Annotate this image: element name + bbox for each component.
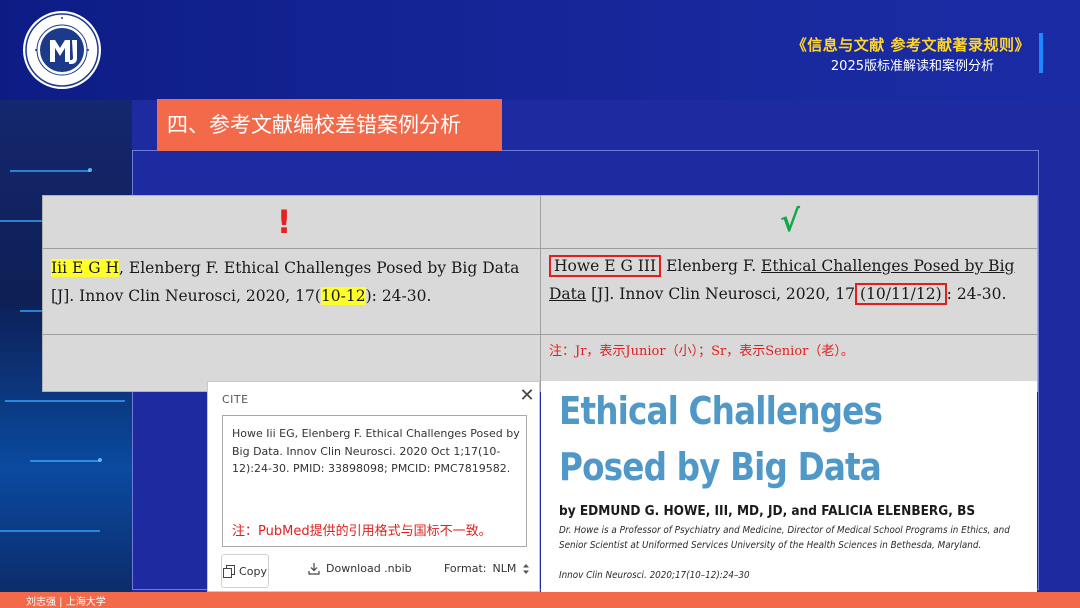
close-icon[interactable]: ✕ [518,386,536,406]
circuit-line [10,170,90,172]
table-divider [540,196,541,391]
article-excerpt: Ethical Challenges Posed by Big Data by … [541,381,1037,592]
footer-author: 刘志强 | 上海大学 [26,597,106,608]
correct-reference-cell: Howe E G III Elenberg F. Ethical Challen… [549,252,1037,308]
reference-text: Elenberg F. [661,257,762,275]
download-nbib-button[interactable]: Download .nbib [308,562,412,575]
slide-footer: 刘志强 | 上海大学 [0,592,1080,608]
boxed-author: Howe E G III [549,255,662,277]
citation-text: Howe Iii EG, Elenberg F. Ethical Challen… [232,427,520,475]
reference-text: ): 24-30. [365,287,432,305]
format-label: Format: [444,562,487,575]
circuit-node [98,458,102,462]
circuit-node [88,168,92,172]
select-arrows-icon [523,563,530,574]
copy-label: Copy [239,564,267,578]
pubmed-format-note: 注：PubMed提供的引用格式与国标不一致。 [232,524,492,539]
check-mark-icon: √ [779,204,800,239]
highlighted-issue: 10-12 [320,287,366,305]
copy-icon [223,564,236,578]
copy-button[interactable]: Copy [221,554,269,588]
boxed-issue: (10/11/12) [854,283,947,305]
table-divider [43,248,1037,249]
jr-sr-note: 注：Jr，表示Junior（小）；Sr，表示Senior（老）。 [549,344,854,359]
cite-dialog: CITE ✕ Howe Iii EG, Elenberg F. Ethical … [207,381,540,592]
section-title: 四、参考文献编校差错案例分析 [157,99,502,151]
presentation-subtitle: 2025版标准解读和案例分析 [830,59,994,74]
comparison-table: ! √ Iii E G H, Elenberg F. Ethical Chall… [42,195,1038,392]
circuit-line [0,530,100,532]
circuit-line [30,460,100,462]
format-value: NLM [492,562,517,575]
slide-header: 《信息与文献 参考文献著录规则》 2025版标准解读和案例分析 [0,0,1080,100]
circuit-line [5,400,125,402]
university-seal-icon [23,11,101,89]
title-accent-bar [1039,33,1043,73]
format-select[interactable]: Format: NLM [444,562,530,575]
table-divider [43,334,1037,335]
article-authors: by EDMUND G. HOWE, III, MD, JD, and FALI… [559,503,976,519]
wrong-mark-icon: ! [276,203,292,241]
presentation-title: 《信息与文献 参考文献著录规则》 [791,36,1030,54]
wrong-reference-cell: Iii E G H, Elenberg F. Ethical Challenge… [51,254,537,310]
highlighted-author: Iii E G H [51,259,120,277]
article-title: Ethical Challenges Posed by Big Data [559,389,883,489]
reference-text: : 24-30. [946,285,1007,303]
download-icon [308,563,320,575]
reference-text: [J]. Innov Clin Neurosci, 2020, 17 [586,285,855,303]
article-journal-info: Innov Clin Neurosci. 2020;17(10–12):24–3… [559,570,750,581]
reference-text: , Elenberg F. Ethical Challenges Posed b… [51,259,520,305]
download-label: Download .nbib [326,562,412,575]
cite-dialog-title: CITE [222,393,249,406]
article-author-description: Dr. Howe is a Professor of Psychiatry an… [559,525,1010,551]
citation-textbox[interactable]: Howe Iii EG, Elenberg F. Ethical Challen… [222,415,527,547]
